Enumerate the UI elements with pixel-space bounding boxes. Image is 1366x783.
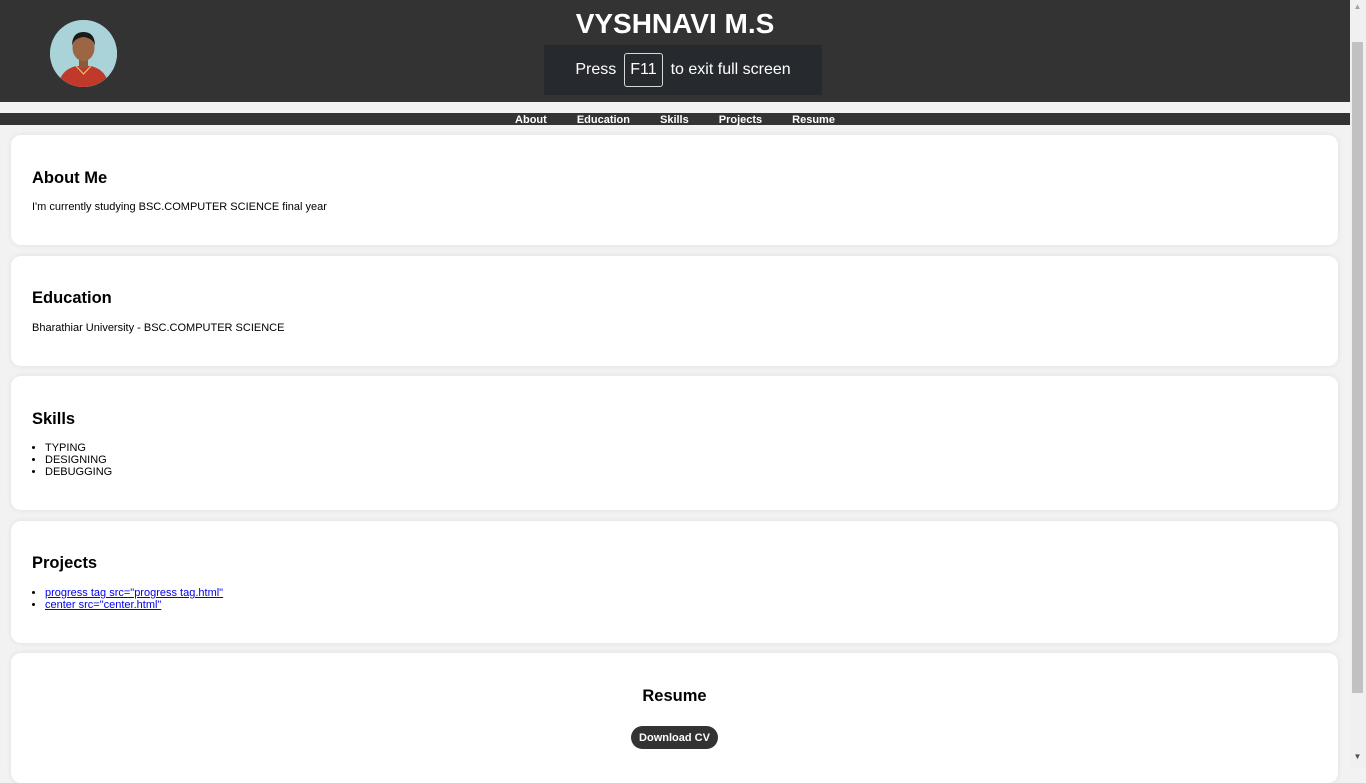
education-section: Education Bharathiar University - BSC.CO… <box>11 256 1338 366</box>
list-item: DESIGNING <box>45 454 112 466</box>
fullscreen-exit-toast: Press F11 to exit full screen <box>544 45 822 95</box>
skills-heading: Skills <box>32 410 76 428</box>
education-heading: Education <box>32 289 112 307</box>
skills-list: TYPING DESIGNING DEBUGGING <box>32 442 112 478</box>
skills-section: Skills TYPING DESIGNING DEBUGGING <box>11 376 1338 510</box>
scroll-down-arrow-icon[interactable]: ▼ <box>1352 752 1363 761</box>
scroll-up-arrow-icon[interactable]: ▲ <box>1352 2 1363 11</box>
list-item: TYPING <box>45 442 112 454</box>
f11-key-badge: F11 <box>624 53 663 87</box>
toast-suffix-text: to exit full screen <box>670 61 791 78</box>
project-link-center[interactable]: center src="center.html" <box>45 599 161 611</box>
projects-section: Projects progress tag src="progress tag.… <box>11 521 1338 643</box>
site-title: VYSHNAVI M.S <box>575 8 775 39</box>
nav-link-projects[interactable]: Projects <box>719 114 762 126</box>
projects-heading: Projects <box>32 554 98 572</box>
nav-link-skills[interactable]: Skills <box>660 114 689 126</box>
list-item: progress tag src="progress tag.html" <box>45 587 223 599</box>
about-section: About Me I'm currently studying BSC.COMP… <box>11 135 1338 245</box>
projects-list: progress tag src="progress tag.html" cen… <box>32 587 223 611</box>
toast-press-text: Press <box>575 61 617 78</box>
download-cv-button[interactable]: Download CV <box>631 726 718 749</box>
list-item: center src="center.html" <box>45 599 223 611</box>
resume-section: Resume Download CV <box>11 653 1338 783</box>
education-text: Bharathiar University - BSC.COMPUTER SCI… <box>32 322 285 334</box>
about-text: I'm currently studying BSC.COMPUTER SCIE… <box>32 201 327 213</box>
site-header: VYSHNAVI M.S STUDENT Press F11 to exit f… <box>0 0 1350 102</box>
nav-link-about[interactable]: About <box>515 114 547 126</box>
nav-link-resume[interactable]: Resume <box>792 114 835 126</box>
nav-link-education[interactable]: Education <box>577 114 630 126</box>
main-nav: About Education Skills Projects Resume <box>0 113 1350 126</box>
list-item: DEBUGGING <box>45 466 112 478</box>
project-link-progress-tag[interactable]: progress tag src="progress tag.html" <box>45 587 223 599</box>
resume-heading: Resume <box>642 687 707 705</box>
about-heading: About Me <box>32 169 108 187</box>
scrollbar-thumb[interactable] <box>1352 42 1363 693</box>
